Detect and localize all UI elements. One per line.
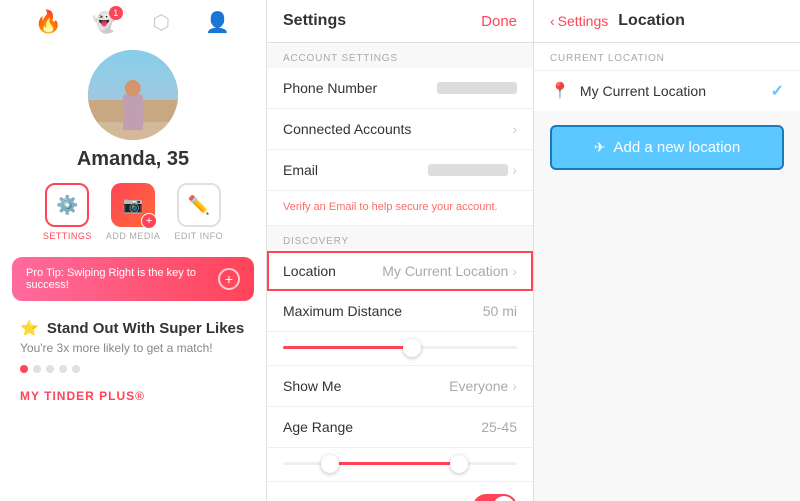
age-range-label: Age Range <box>283 419 353 435</box>
max-distance-value: 50 mi <box>483 303 517 319</box>
age-slider-track[interactable] <box>283 462 517 465</box>
toggle-knob <box>493 496 515 501</box>
distance-slider-row[interactable] <box>267 332 533 366</box>
email-verify-banner: Verify an Email to help secure your acco… <box>267 191 533 226</box>
age-range-row: Age Range 25-45 <box>267 407 533 448</box>
tinder-plus-button[interactable]: MY TINDER PLUS® <box>20 389 145 403</box>
super-likes-section: ⭐ Stand Out With Super Likes You're 3x m… <box>0 305 266 413</box>
my-current-location-row[interactable]: 📍 My Current Location ✓ <box>534 70 800 111</box>
pro-tip-banner: Pro Tip: Swiping Right is the key to suc… <box>12 257 254 301</box>
plane-icon: ✈ <box>594 139 606 156</box>
edit-info-action[interactable]: ✏️ EDIT INFO <box>174 183 223 241</box>
location-row[interactable]: Location My Current Location › <box>267 251 533 291</box>
back-button[interactable]: ‹ Settings <box>550 13 608 29</box>
settings-title: Settings <box>283 12 346 30</box>
back-label: Settings <box>558 13 609 29</box>
add-media-action[interactable]: 📷 + ADD MEDIA <box>106 183 161 241</box>
current-location-section-label: CURRENT LOCATION <box>534 43 800 70</box>
dot-1 <box>20 365 28 373</box>
age-slider-fill <box>330 462 459 465</box>
email-row[interactable]: Email › <box>267 150 533 191</box>
email-verify-text: Verify an Email to help secure your acco… <box>283 201 498 213</box>
top-nav-bar: 🔥 👻 1 ⬡ 👤 <box>0 0 266 44</box>
settings-button[interactable]: ⚙️ <box>45 183 89 227</box>
location-pin-icon: 📍 <box>550 81 570 101</box>
dot-3 <box>46 365 54 373</box>
max-distance-label: Maximum Distance <box>283 303 402 319</box>
checkmark-icon: ✓ <box>771 81 784 101</box>
avatar <box>88 50 178 140</box>
location-title: Location <box>618 12 685 30</box>
show-me-value: Everyone › <box>449 378 517 394</box>
dot-4 <box>59 365 67 373</box>
age-slider-min-thumb[interactable] <box>321 455 339 473</box>
email-label: Email <box>283 162 318 178</box>
settings-header: Settings Done <box>267 0 533 43</box>
connected-accounts-label: Connected Accounts <box>283 121 411 137</box>
star-icon: ⭐ <box>20 320 39 337</box>
location-row-left: 📍 My Current Location <box>550 81 706 101</box>
edit-info-button[interactable]: ✏️ <box>177 183 221 227</box>
settings-action[interactable]: ⚙️ SETTINGS <box>43 183 92 241</box>
action-buttons-row: ⚙️ SETTINGS 📷 + ADD MEDIA ✏️ EDIT INFO <box>43 183 223 241</box>
camera-plus-icon: + <box>141 213 157 229</box>
max-distance-row: Maximum Distance 50 mi <box>267 291 533 332</box>
camera-button[interactable]: 📷 + <box>111 183 155 227</box>
phone-number-value <box>437 82 517 94</box>
dot-5 <box>72 365 80 373</box>
chat-icon[interactable]: 👻 1 <box>91 8 119 36</box>
phone-number-row[interactable]: Phone Number <box>267 68 533 109</box>
dot-2 <box>33 365 41 373</box>
profile-panel: 🔥 👻 1 ⬡ 👤 Amanda, 35 ⚙️ SETTINGS <box>0 0 267 501</box>
pro-tip-plus-button[interactable]: + <box>218 268 240 290</box>
distance-slider-track[interactable] <box>283 346 517 349</box>
profile-icon[interactable]: 👤 <box>204 8 232 36</box>
distance-slider-fill <box>283 346 412 349</box>
current-location-section: CURRENT LOCATION 📍 My Current Location ✓ <box>534 43 800 111</box>
pagination-dots <box>20 365 246 373</box>
settings-label: SETTINGS <box>43 231 92 241</box>
location-panel: ‹ Settings Location CURRENT LOCATION 📍 M… <box>534 0 800 501</box>
age-range-value: 25-45 <box>481 419 517 435</box>
phone-number-label: Phone Number <box>283 80 377 96</box>
discovery-section-label: DISCOVERY <box>267 226 533 251</box>
connected-accounts-row[interactable]: Connected Accounts › <box>267 109 533 150</box>
my-current-location-text: My Current Location <box>580 83 706 99</box>
super-likes-title: ⭐ Stand Out With Super Likes <box>20 319 246 337</box>
account-section-label: ACCOUNT SETTINGS <box>267 43 533 68</box>
distance-slider-thumb[interactable] <box>403 339 421 357</box>
done-button[interactable]: Done <box>481 13 517 30</box>
global-row[interactable]: Global <box>267 482 533 501</box>
add-new-location-button[interactable]: ✈ Add a new location <box>550 125 784 170</box>
add-media-label: ADD MEDIA <box>106 231 161 241</box>
pro-tip-text: Pro Tip: Swiping Right is the key to suc… <box>26 267 210 291</box>
connected-accounts-chevron: › <box>512 121 517 137</box>
super-likes-sub: You're 3x more likely to get a match! <box>20 341 246 355</box>
explore-icon[interactable]: ⬡ <box>147 8 175 36</box>
show-me-label: Show Me <box>283 378 341 394</box>
edit-info-label: EDIT INFO <box>174 231 223 241</box>
tinder-logo-icon[interactable]: 🔥 <box>34 8 62 36</box>
show-me-row[interactable]: Show Me Everyone › <box>267 366 533 407</box>
location-label: Location <box>283 263 336 279</box>
settings-panel: Settings Done ACCOUNT SETTINGS Phone Num… <box>267 0 534 501</box>
back-chevron-icon: ‹ <box>550 13 555 29</box>
email-value: › <box>428 162 517 178</box>
location-header: ‹ Settings Location <box>534 0 800 43</box>
add-location-label: Add a new location <box>613 139 740 156</box>
age-slider-max-thumb[interactable] <box>450 455 468 473</box>
user-name: Amanda, 35 <box>77 148 189 171</box>
global-toggle[interactable] <box>473 494 517 501</box>
location-value: My Current Location › <box>382 263 517 279</box>
age-slider-row[interactable] <box>267 448 533 482</box>
